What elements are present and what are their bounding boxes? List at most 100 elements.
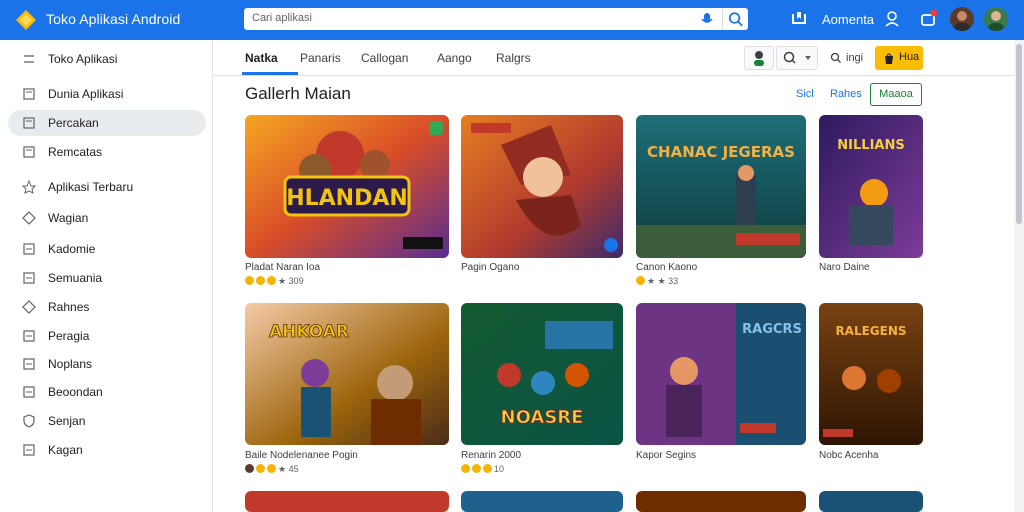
sidebar-item-rahnes[interactable]: Rahnes (8, 294, 206, 320)
doc-icon (23, 330, 35, 342)
doc-icon (23, 146, 35, 158)
app-thumbnail[interactable] (461, 491, 623, 512)
sidebar-item-label: Remcatas (48, 145, 103, 159)
sidebar-item-senjan[interactable]: Senjan (8, 408, 206, 434)
app-thumbnail[interactable]: NOASRE (461, 303, 623, 445)
doc-icon (23, 88, 35, 100)
sidebar-item-peragia[interactable]: Peragia (8, 323, 206, 349)
app-thumbnail[interactable]: CHANAC JEGERAS (636, 115, 806, 258)
app-thumbnail[interactable]: NILLIANS (819, 115, 923, 258)
installed-badge-icon (429, 121, 443, 135)
tab-ralgrs[interactable]: Ralgrs (496, 51, 531, 65)
sidebar-item-label: Wagian (48, 211, 89, 225)
doc-icon (23, 444, 35, 456)
sidebar-item-noplans[interactable]: Noplans (8, 351, 206, 377)
app-name: Pagin Ogano (461, 262, 520, 273)
app-brand: Toko Aplikasi Android (46, 11, 181, 27)
doc-icon (23, 243, 35, 255)
app-thumbnail[interactable] (245, 491, 449, 512)
card-art-title: RALEGENS (835, 324, 906, 338)
section-link-1[interactable]: Sicl (796, 88, 814, 100)
sidebar-item-dunia-aplikasi[interactable]: Dunia Aplikasi (8, 81, 206, 107)
app-thumbnail[interactable]: RAGCRS (636, 303, 806, 445)
tab-natka[interactable]: Natka (245, 51, 278, 65)
card-art-title: AHKOAR (269, 322, 349, 342)
store-logo-icon[interactable] (14, 8, 38, 32)
category-tabs: Natka Panaris Callogan Aango Ralgrs ingi… (214, 40, 1014, 76)
star-icon (22, 180, 36, 194)
sidebar-item-kadomie[interactable]: Kadomie (8, 236, 206, 262)
app-thumbnail[interactable] (636, 491, 806, 512)
tab-callogan[interactable]: Callogan (361, 51, 408, 65)
app-rating: ★ 309 (245, 276, 304, 287)
bag-icon (885, 53, 893, 64)
sidebar-item-label: Toko Aplikasi (48, 52, 118, 66)
app-name: Pladat Naran Ioa (245, 262, 321, 273)
top-bar: Toko Aplikasi Android Cari aplikasi Aome… (0, 0, 1024, 40)
scrollbar[interactable] (1014, 40, 1024, 512)
card-art-title: NOASRE (501, 407, 584, 428)
app-name: Kapor Segins (636, 450, 697, 461)
sidebar-item-label: Kagan (48, 443, 83, 457)
search-icon[interactable] (830, 52, 842, 64)
app-rating: 10 (461, 464, 504, 474)
card-art-title: NILLIANS (837, 138, 904, 153)
section-action-button[interactable]: Maaoa (870, 83, 922, 106)
avatar[interactable] (950, 7, 974, 31)
sidebar-item-label: Rahnes (48, 300, 90, 314)
card-art-title: CHANAC JEGERAS (647, 143, 795, 161)
notifications-icon[interactable] (918, 8, 940, 30)
sidebar-item-remcatas[interactable]: Remcatas (8, 139, 206, 165)
search-filter-dropdown[interactable] (776, 46, 818, 70)
person-filter-button[interactable] (744, 46, 774, 70)
sidebar-item-toko-aplikasi[interactable]: Toko Aplikasi (8, 46, 206, 72)
doc-icon (23, 386, 35, 398)
person-search-icon[interactable] (882, 8, 904, 30)
chevron-down-icon (805, 56, 811, 60)
sidebar: Toko Aplikasi Dunia Aplikasi Percakan Re… (0, 40, 213, 512)
yellow-action-button[interactable]: Hua (875, 46, 923, 70)
sidebar-item-label: Beoondan (48, 385, 103, 399)
shield-icon (23, 414, 35, 428)
doc-icon (23, 358, 35, 370)
sidebar-item-label: Peragia (48, 329, 90, 343)
sidebar-item-label: Semuania (48, 271, 103, 285)
section-title: Gallerh Maian (245, 84, 351, 103)
voice-search-icon[interactable] (696, 8, 718, 30)
section-link-2[interactable]: Rahes (830, 88, 862, 100)
sidebar-item-percakan[interactable]: Percakan (8, 110, 206, 136)
doc-icon (23, 272, 35, 284)
sidebar-item-label: Aplikasi Terbaru (48, 180, 134, 194)
library-icon[interactable] (788, 8, 810, 30)
app-name: Naro Daine (819, 262, 870, 273)
filter-label[interactable]: ingi (846, 52, 863, 64)
sidebar-item-label: Kadomie (48, 242, 96, 256)
grid-icon (24, 55, 34, 63)
search-button[interactable] (722, 8, 748, 30)
sidebar-item-beoondan[interactable]: Beoondan (8, 379, 206, 405)
profile-avatar[interactable] (984, 7, 1008, 31)
scrollbar-thumb[interactable] (1016, 44, 1022, 224)
search-icon (783, 51, 811, 64)
sidebar-item-wagian[interactable]: Wagian (8, 205, 206, 231)
app-name: Renarin 2000 (461, 450, 522, 461)
sidebar-item-aplikasi-terbaru[interactable]: Aplikasi Terbaru (8, 174, 206, 200)
app-thumbnail[interactable] (461, 115, 623, 258)
sidebar-item-semuania[interactable]: Semuania (8, 265, 206, 291)
app-thumbnail[interactable]: RALEGENS (819, 303, 923, 445)
app-name: Baile Nodelenanee Pogin (245, 450, 358, 461)
card-art-title: HLANDAN (286, 186, 408, 211)
tab-aango[interactable]: Aango (437, 51, 472, 65)
app-thumbnail[interactable]: AHKOAR (245, 303, 449, 445)
search-input[interactable]: Cari aplikasi (244, 8, 748, 30)
active-tab-indicator (242, 72, 298, 75)
account-name[interactable]: Aomenta (822, 12, 874, 27)
app-thumbnail[interactable]: HLANDAN (245, 115, 449, 258)
app-thumbnail[interactable] (819, 491, 923, 512)
sidebar-item-kagan[interactable]: Kagan (8, 437, 206, 463)
tab-panaris[interactable]: Panaris (300, 51, 341, 65)
app-rating: ★ ★ 33 (636, 276, 678, 287)
app-name: Nobc Acenha (819, 450, 879, 461)
sidebar-item-label: Senjan (48, 414, 86, 428)
card-art-title: RAGCRS (742, 322, 802, 337)
